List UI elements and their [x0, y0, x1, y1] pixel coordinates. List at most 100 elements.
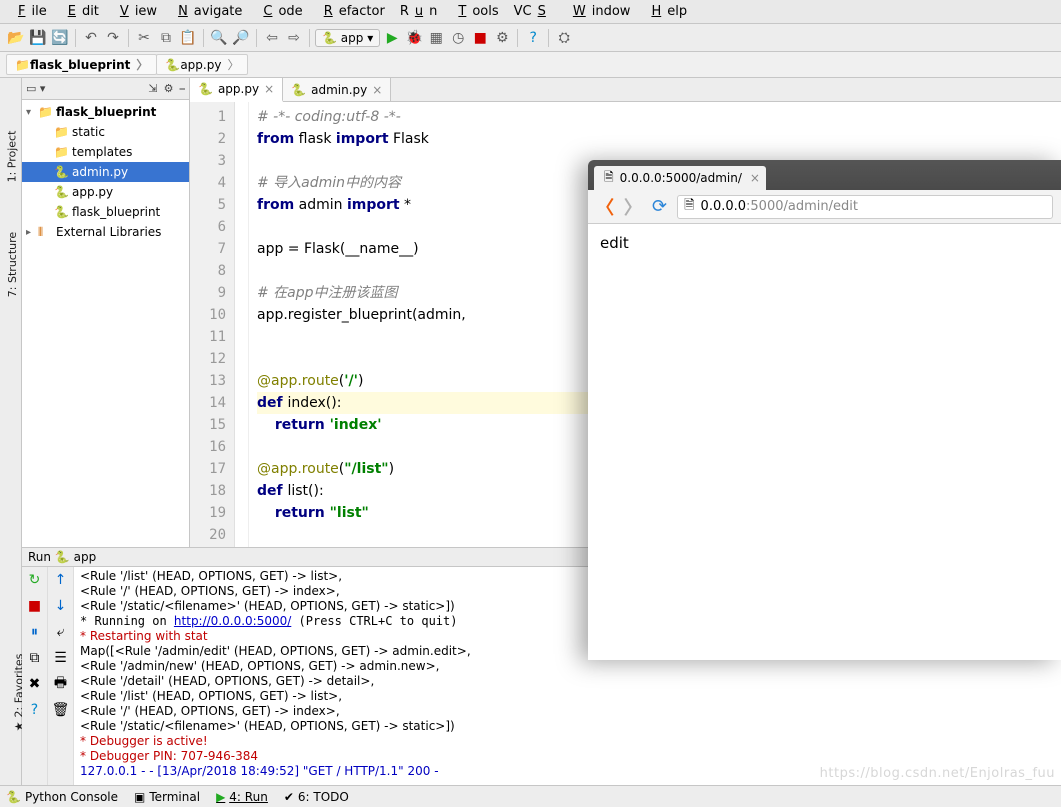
save-icon[interactable]: 💾: [28, 28, 48, 48]
page-icon: 🗎: [684, 196, 694, 218]
copy-icon[interactable]: ⧉: [156, 28, 176, 48]
address-bar[interactable]: 🗎 0.0.0.0:5000/admin/edit: [677, 195, 1053, 219]
clear-icon[interactable]: 🗑: [52, 701, 70, 719]
run-icon[interactable]: ▶: [382, 28, 402, 48]
close-icon[interactable]: ×: [372, 83, 382, 97]
menu-run[interactable]: Run: [394, 2, 444, 21]
menu-file[interactable]: FFileile: [6, 2, 53, 21]
print-icon[interactable]: 🖶: [52, 675, 70, 693]
tree-file-admin[interactable]: 🐍admin.py: [22, 162, 189, 182]
redo-icon[interactable]: ↷: [103, 28, 123, 48]
cut-icon[interactable]: ✂: [134, 28, 154, 48]
status-bar: 🐍Python Console ▣ Terminal ▶ 4: Run ✔ 6:…: [0, 785, 1061, 807]
status-run[interactable]: ▶ 4: Run: [216, 790, 268, 804]
up-icon[interactable]: ↑: [52, 571, 70, 589]
strip-project[interactable]: 1: Project: [5, 131, 18, 183]
profile-icon[interactable]: ◷: [448, 28, 468, 48]
browser-tabstrip: 🗎 0.0.0.0:5000/admin/ ×: [588, 160, 1061, 190]
stop-icon[interactable]: ■: [26, 597, 44, 615]
tree-folder-templates[interactable]: 📁templates: [22, 142, 189, 162]
python-icon: 🐍: [198, 82, 213, 96]
browser-toolbar: 〈 〉 ⟳ 🗎 0.0.0.0:5000/admin/edit: [588, 190, 1061, 224]
run-gutter-primary: ↻ ■ ⏸ ⧉ ✖ ?: [22, 567, 48, 785]
breadcrumb: 📁 flask_blueprint〉 🐍 app.py〉: [0, 52, 1061, 78]
help-icon[interactable]: ?: [26, 701, 44, 719]
python-icon: 🐍: [322, 31, 337, 45]
debug-icon[interactable]: 🐞: [404, 28, 424, 48]
crumb-project[interactable]: 📁 flask_blueprint〉: [6, 54, 157, 75]
menu-refactor[interactable]: Refactor: [312, 2, 391, 21]
rerun-icon[interactable]: ↻: [26, 571, 44, 589]
close-icon[interactable]: ×: [750, 171, 760, 185]
page-icon: 🗎: [604, 168, 614, 189]
project-dropdown-icon[interactable]: ▭ ▾: [26, 82, 45, 95]
undo-icon[interactable]: ↶: [81, 28, 101, 48]
page-content: edit: [600, 234, 629, 252]
forward-icon[interactable]: 〉: [624, 194, 642, 220]
menu-tools[interactable]: Tools: [446, 2, 504, 21]
collapse-icon[interactable]: ⇲: [148, 82, 157, 95]
open-icon[interactable]: 📂: [6, 28, 26, 48]
tree-external[interactable]: ▸⫴External Libraries: [22, 222, 189, 242]
editor-tabs: 🐍app.py× 🐍admin.py×: [190, 78, 1061, 102]
tree-file-blueprint[interactable]: 🐍flask_blueprint: [22, 202, 189, 222]
fold-column[interactable]: [235, 102, 249, 547]
project-header: ▭ ▾ ⇲ ⚙ ⎯: [22, 78, 189, 100]
paste-icon[interactable]: 📋: [178, 28, 198, 48]
main-menu: FFileile Edit View Navigate Code Refacto…: [0, 0, 1061, 24]
dump-icon[interactable]: ⧉: [26, 649, 44, 667]
sync-icon[interactable]: 🔄: [50, 28, 70, 48]
status-python-console[interactable]: 🐍Python Console: [6, 790, 118, 804]
close-icon[interactable]: ×: [264, 82, 274, 96]
attach-icon[interactable]: ⚙: [492, 28, 512, 48]
main-toolbar: 📂 💾 🔄 ↶ ↷ ✂ ⧉ 📋 🔍 🔎 ⇦ ⇨ 🐍 app ▾ ▶ 🐞 ▦ ◷ …: [0, 24, 1061, 52]
run-title: Run: [28, 550, 51, 564]
left-tool-strip: 1: Project 7: Structure ★ 2: Favorites: [0, 78, 22, 785]
python-icon: 🐍: [291, 83, 306, 97]
status-terminal[interactable]: ▣ Terminal: [134, 790, 200, 804]
tab-admin[interactable]: 🐍admin.py×: [283, 78, 391, 101]
pause-icon[interactable]: ⏸: [26, 623, 44, 641]
menu-edit[interactable]: Edit: [56, 2, 105, 21]
help-icon[interactable]: ?: [523, 28, 543, 48]
hide-icon[interactable]: ⎯: [180, 82, 186, 96]
menu-help[interactable]: Help: [639, 2, 693, 21]
reload-icon[interactable]: ⟳: [652, 196, 667, 217]
close-icon[interactable]: ✖: [26, 675, 44, 693]
menu-code[interactable]: Code: [251, 2, 308, 21]
back-icon[interactable]: 〈: [596, 194, 614, 220]
scroll-icon[interactable]: ☰: [52, 649, 70, 667]
run-config-name: app: [74, 550, 97, 564]
status-todo[interactable]: ✔ 6: TODO: [284, 790, 349, 804]
coverage-icon[interactable]: ▦: [426, 28, 446, 48]
browser-tab[interactable]: 🗎 0.0.0.0:5000/admin/ ×: [594, 166, 766, 190]
tree-folder-static[interactable]: 📁static: [22, 122, 189, 142]
menu-vcs[interactable]: VCS: [508, 2, 558, 21]
menu-view[interactable]: View: [108, 2, 163, 21]
tree-file-app[interactable]: 🐍app.py: [22, 182, 189, 202]
browser-tab-title: 0.0.0.0:5000/admin/: [620, 171, 742, 185]
gear-icon[interactable]: ⚙: [164, 82, 174, 95]
browser-body: edit: [588, 224, 1061, 263]
python-icon: 🐍: [55, 550, 70, 564]
line-gutter[interactable]: 1234567891011121314151617181920: [190, 102, 235, 547]
softwrap-icon[interactable]: ⤶: [52, 623, 70, 641]
tab-app[interactable]: 🐍app.py×: [190, 78, 283, 102]
project-panel: ▭ ▾ ⇲ ⚙ ⎯ ▾📁flask_blueprint 📁static 📁tem…: [22, 78, 190, 547]
run-config-label: app: [341, 31, 364, 45]
forward-icon[interactable]: ⇨: [284, 28, 304, 48]
menu-window[interactable]: Window: [561, 2, 637, 21]
settings-icon[interactable]: ⛭: [554, 28, 574, 48]
watermark: https://blog.csdn.net/Enjolras_fuu: [820, 766, 1055, 781]
back-icon[interactable]: ⇦: [262, 28, 282, 48]
strip-structure[interactable]: 7: Structure: [6, 232, 19, 297]
menu-navigate[interactable]: Navigate: [166, 2, 248, 21]
crumb-file[interactable]: 🐍 app.py〉: [156, 54, 248, 75]
find-icon[interactable]: 🔍: [209, 28, 229, 48]
down-icon[interactable]: ↓: [52, 597, 70, 615]
replace-icon[interactable]: 🔎: [231, 28, 251, 48]
run-config-dropdown[interactable]: 🐍 app ▾: [315, 29, 380, 47]
stop-icon[interactable]: ■: [470, 28, 490, 48]
browser-window: 🗎 0.0.0.0:5000/admin/ × 〈 〉 ⟳ 🗎 0.0.0.0:…: [588, 160, 1061, 660]
tree-root[interactable]: ▾📁flask_blueprint: [22, 102, 189, 122]
